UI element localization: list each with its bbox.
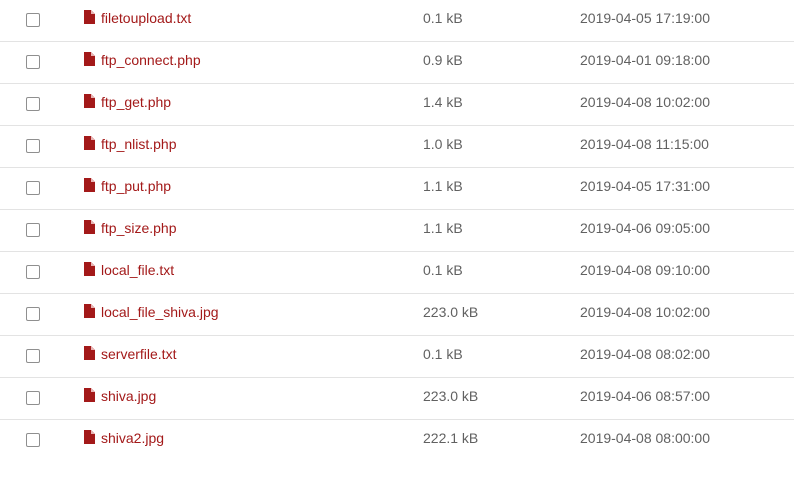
file-row: ftp_get.php 1.4 kB 2019-04-08 10:02:00 [0, 84, 794, 126]
file-row: ftp_nlist.php 1.0 kB 2019-04-08 11:15:00 [0, 126, 794, 168]
name-cell: ftp_nlist.php [84, 126, 404, 167]
file-name-link[interactable]: shiva2.jpg [101, 430, 164, 446]
file-row: ftp_put.php 1.1 kB 2019-04-05 17:31:00 [0, 168, 794, 210]
file-name-link[interactable]: filetoupload.txt [101, 10, 191, 26]
file-icon [84, 52, 95, 66]
file-icon [84, 178, 95, 192]
row-checkbox[interactable] [26, 13, 40, 27]
checkbox-cell [26, 336, 42, 377]
row-checkbox[interactable] [26, 391, 40, 405]
name-cell: shiva2.jpg [84, 420, 404, 461]
file-row: local_file.txt 0.1 kB 2019-04-08 09:10:0… [0, 252, 794, 294]
row-checkbox[interactable] [26, 139, 40, 153]
file-icon [84, 10, 95, 24]
name-cell: filetoupload.txt [84, 0, 404, 41]
file-name-link[interactable]: ftp_get.php [101, 94, 171, 110]
name-cell: shiva.jpg [84, 378, 404, 419]
checkbox-cell [26, 42, 42, 83]
name-cell: ftp_size.php [84, 210, 404, 251]
checkbox-cell [26, 378, 42, 419]
file-modified-date: 2019-04-06 09:05:00 [580, 220, 710, 236]
file-row: local_file_shiva.jpg 223.0 kB 2019-04-08… [0, 294, 794, 336]
file-modified-date: 2019-04-08 08:00:00 [580, 430, 710, 446]
checkbox-cell [26, 210, 42, 251]
file-size: 1.0 kB [423, 136, 463, 152]
name-cell: local_file.txt [84, 252, 404, 293]
file-name-link[interactable]: serverfile.txt [101, 346, 176, 362]
file-size: 1.4 kB [423, 94, 463, 110]
file-modified-date: 2019-04-08 09:10:00 [580, 262, 710, 278]
file-icon [84, 388, 95, 402]
row-checkbox[interactable] [26, 97, 40, 111]
file-row: shiva2.jpg 222.1 kB 2019-04-08 08:00:00 [0, 420, 794, 461]
row-checkbox[interactable] [26, 223, 40, 237]
row-checkbox[interactable] [26, 349, 40, 363]
file-icon [84, 220, 95, 234]
file-modified-date: 2019-04-06 08:57:00 [580, 388, 710, 404]
file-row: filetoupload.txt 0.1 kB 2019-04-05 17:19… [0, 0, 794, 42]
file-name-link[interactable]: ftp_put.php [101, 178, 171, 194]
file-size: 223.0 kB [423, 304, 479, 320]
name-cell: ftp_get.php [84, 84, 404, 125]
checkbox-cell [26, 168, 42, 209]
checkbox-cell [26, 294, 42, 335]
file-list: filetoupload.txt 0.1 kB 2019-04-05 17:19… [0, 0, 794, 461]
file-size: 222.1 kB [423, 430, 479, 446]
file-size: 0.1 kB [423, 10, 463, 26]
file-size: 0.1 kB [423, 262, 463, 278]
file-name-link[interactable]: ftp_connect.php [101, 52, 201, 68]
file-row: ftp_size.php 1.1 kB 2019-04-06 09:05:00 [0, 210, 794, 252]
file-icon [84, 346, 95, 360]
file-modified-date: 2019-04-08 08:02:00 [580, 346, 710, 362]
file-icon [84, 304, 95, 318]
file-modified-date: 2019-04-01 09:18:00 [580, 52, 710, 68]
checkbox-cell [26, 84, 42, 125]
row-checkbox[interactable] [26, 307, 40, 321]
row-checkbox[interactable] [26, 55, 40, 69]
file-size: 223.0 kB [423, 388, 479, 404]
file-modified-date: 2019-04-08 10:02:00 [580, 94, 710, 110]
name-cell: ftp_put.php [84, 168, 404, 209]
file-name-link[interactable]: local_file_shiva.jpg [101, 304, 219, 320]
file-size: 0.9 kB [423, 52, 463, 68]
file-name-link[interactable]: ftp_nlist.php [101, 136, 177, 152]
file-name-link[interactable]: local_file.txt [101, 262, 174, 278]
file-icon [84, 430, 95, 444]
name-cell: ftp_connect.php [84, 42, 404, 83]
file-icon [84, 136, 95, 150]
file-row: ftp_connect.php 0.9 kB 2019-04-01 09:18:… [0, 42, 794, 84]
checkbox-cell [26, 0, 42, 41]
checkbox-cell [26, 126, 42, 167]
file-icon [84, 94, 95, 108]
file-row: serverfile.txt 0.1 kB 2019-04-08 08:02:0… [0, 336, 794, 378]
name-cell: serverfile.txt [84, 336, 404, 377]
file-modified-date: 2019-04-05 17:31:00 [580, 178, 710, 194]
checkbox-cell [26, 420, 42, 461]
row-checkbox[interactable] [26, 181, 40, 195]
file-modified-date: 2019-04-08 11:15:00 [580, 136, 709, 152]
checkbox-cell [26, 252, 42, 293]
file-size: 0.1 kB [423, 346, 463, 362]
file-modified-date: 2019-04-08 10:02:00 [580, 304, 710, 320]
file-icon [84, 262, 95, 276]
file-name-link[interactable]: ftp_size.php [101, 220, 177, 236]
file-modified-date: 2019-04-05 17:19:00 [580, 10, 710, 26]
file-row: shiva.jpg 223.0 kB 2019-04-06 08:57:00 [0, 378, 794, 420]
file-size: 1.1 kB [423, 178, 463, 194]
row-checkbox[interactable] [26, 433, 40, 447]
file-size: 1.1 kB [423, 220, 463, 236]
file-name-link[interactable]: shiva.jpg [101, 388, 156, 404]
name-cell: local_file_shiva.jpg [84, 294, 404, 335]
row-checkbox[interactable] [26, 265, 40, 279]
